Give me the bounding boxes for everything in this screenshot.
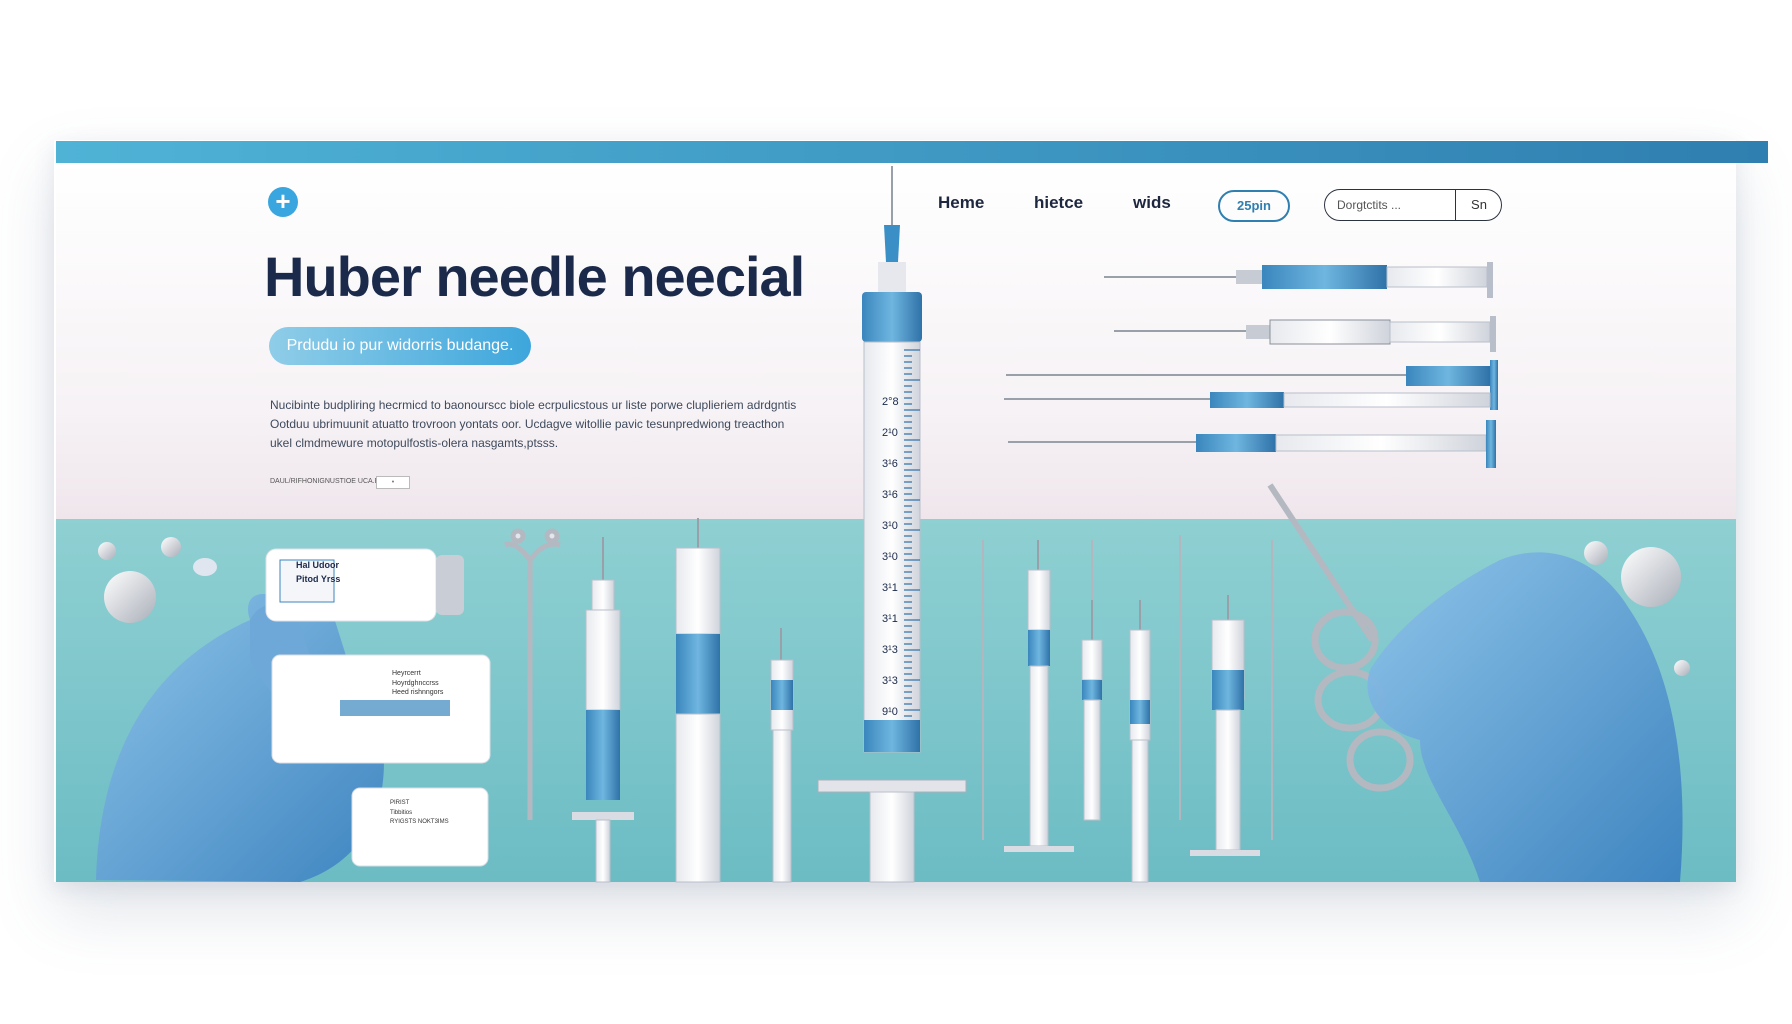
nav-link-2[interactable]: hietce: [1034, 193, 1083, 213]
card1-header: Heyrcerrt: [392, 670, 421, 677]
nav-link-3[interactable]: wids: [1133, 193, 1171, 213]
forceps-tool: [503, 528, 561, 820]
plus-icon[interactable]: +: [268, 187, 298, 217]
page-title: Huber needle neecial: [264, 245, 805, 308]
scale-label: 3¹3: [882, 675, 898, 687]
hero-meta-input[interactable]: •: [376, 476, 410, 489]
scale-label: 3¹6: [882, 458, 898, 470]
scale-label: 2¹0: [882, 427, 898, 439]
hero-description-line: ukel clmdmewure motopulfostis-olera nasg…: [270, 436, 559, 450]
product-box-line1: Hal Udoor: [296, 560, 339, 570]
card1-line2: Heed rishnngors: [392, 689, 444, 696]
scale-label: 3¹0: [882, 520, 898, 532]
scale-label: 3¹3: [882, 644, 898, 656]
card2-header: PIRIST: [390, 800, 410, 806]
hero-cta-button[interactable]: Prdudu io pur widorris budange.: [269, 327, 531, 365]
scale-label: 3¹1: [882, 613, 898, 625]
scissors-tool: [1267, 483, 1414, 792]
scale-label: 9¹0: [882, 706, 898, 718]
card2-line2: RYIGSTS NOKT3IMS: [390, 819, 449, 825]
vertical-syringes: [572, 518, 1273, 883]
search-input[interactable]: Dorgtctits ...: [1337, 190, 1465, 220]
scale-label: 3¹0: [882, 551, 898, 563]
medical-illustration: 2°8 2¹0 3¹6 3¹6 3¹0 3¹0 3¹1 3¹1 3¹3 3¹3 9¹0 Hal Ud…: [96, 166, 1690, 883]
hero-description-line: Ootduu ubrimuunit atuatto trovroon yonta…: [270, 417, 785, 431]
card1-line1: Hoyrdghnccrss: [392, 680, 439, 687]
scale-label: 2°8: [882, 396, 899, 408]
scale-label: 3¹6: [882, 489, 898, 501]
search-bar: Dorgtctits ... Sn: [1324, 189, 1502, 221]
horizontal-syringes: [1004, 262, 1498, 468]
hero-meta: DAUL/RIFHONIGNUSTIOE UCA.EXD: [270, 478, 390, 485]
hero-description-line: Nucibinte budpliring hecrmicd to baonour…: [270, 398, 797, 412]
nav-link-home[interactable]: Heme: [938, 193, 984, 213]
hero-description: Nucibinte budpliring hecrmicd to baonour…: [270, 396, 797, 453]
nav-pill-button[interactable]: 25pin: [1218, 190, 1290, 222]
scale-label: 3¹1: [882, 582, 898, 594]
product-box-line2: Pitod Yrss: [296, 574, 340, 584]
card2-line1: Tibbitios: [390, 810, 412, 816]
search-button[interactable]: Sn: [1455, 190, 1502, 220]
